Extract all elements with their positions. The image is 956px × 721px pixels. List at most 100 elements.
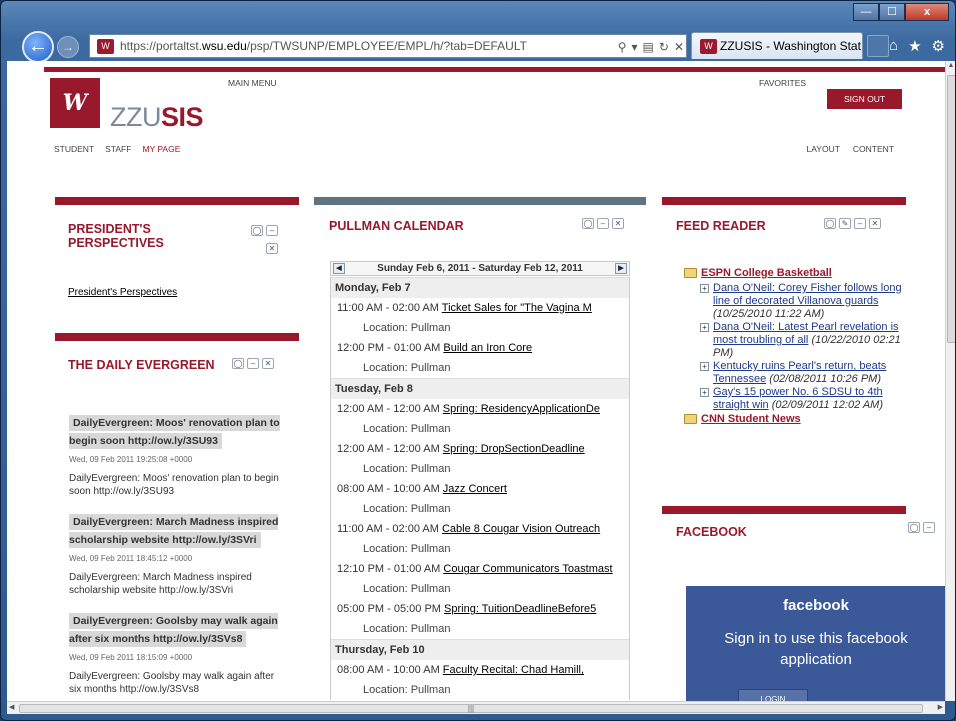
brand-suffix: SIS bbox=[160, 102, 204, 132]
evergreen-title: THE DAILY EVERGREEN bbox=[68, 358, 215, 372]
search-icon[interactable]: ⚲ bbox=[618, 36, 627, 57]
nav-staff[interactable]: STAFF bbox=[105, 144, 131, 154]
expand-icon[interactable]: + bbox=[700, 323, 709, 332]
new-tab-button[interactable] bbox=[867, 35, 889, 57]
nav-content[interactable]: CONTENT bbox=[853, 144, 894, 154]
dropdown-icon[interactable]: ▾ bbox=[632, 36, 638, 57]
feed-items: + Dana O'Neil: Corey Fisher follows long … bbox=[700, 282, 906, 412]
calendar-event-link[interactable]: Jazz Concert bbox=[443, 483, 507, 495]
panel-header-bar bbox=[662, 506, 906, 514]
refresh-icon[interactable]: ◯ bbox=[251, 225, 263, 236]
maximize-button[interactable]: ☐ bbox=[879, 3, 905, 21]
calendar-list: Monday, Feb 7 11:00 AM - 02:00 AM Ticket … bbox=[330, 277, 630, 700]
horizontal-scroll-thumb[interactable]: ||| bbox=[19, 704, 923, 713]
favorites-star-icon[interactable]: ★ bbox=[908, 37, 921, 55]
expand-icon[interactable]: + bbox=[700, 284, 709, 293]
url-domain: wsu.edu bbox=[202, 39, 247, 53]
facebook-logo: facebook bbox=[783, 597, 849, 614]
calendar-event-time: 12:10 PM - 01:00 AM bbox=[337, 563, 441, 575]
expand-icon[interactable]: + bbox=[700, 362, 709, 371]
calendar-event-time: 08:00 AM - 10:00 AM bbox=[337, 483, 440, 495]
vertical-scrollbar[interactable]: ▲ bbox=[945, 61, 955, 701]
facebook-title: FACEBOOK bbox=[676, 525, 747, 539]
calendar-event-link[interactable]: Cougar Communicators Toastmast bbox=[443, 563, 612, 575]
calendar-event-link[interactable]: Spring: TuitionDeadlineBefore5 bbox=[444, 603, 596, 615]
tweet-headline[interactable]: DailyEvergreen: Goolsby may walk again a… bbox=[69, 613, 278, 647]
list-item: DailyEvergreen: March Madness inspired s… bbox=[69, 512, 289, 597]
refresh-icon[interactable]: ◯ bbox=[908, 522, 920, 533]
calendar-event-link[interactable]: Spring: ResidencyApplicationDe bbox=[443, 403, 600, 415]
feed-source[interactable]: ESPN College Basketball bbox=[684, 267, 906, 280]
minimize-icon[interactable]: – bbox=[854, 218, 866, 229]
refresh-icon[interactable]: ◯ bbox=[232, 358, 244, 369]
folder-closed-icon bbox=[684, 414, 697, 424]
page-viewport: W ZZUSIS MAIN MENU FAVORITES SIGN OUT ST… bbox=[7, 61, 945, 701]
header-red-bar bbox=[44, 67, 945, 72]
nav-my-page[interactable]: MY PAGE bbox=[142, 144, 180, 154]
wsu-logo-icon[interactable]: W bbox=[50, 78, 100, 128]
close-icon[interactable]: ✕ bbox=[612, 218, 624, 229]
nav-layout[interactable]: LAYOUT bbox=[807, 144, 840, 154]
minimize-icon[interactable]: – bbox=[597, 218, 609, 229]
app-brand: ZZUSIS bbox=[110, 102, 204, 133]
refresh-icon[interactable]: ◯ bbox=[824, 218, 836, 229]
close-icon[interactable]: ✕ bbox=[262, 358, 274, 369]
president-title-line1: PRESIDENT'S bbox=[68, 222, 151, 236]
president-link[interactable]: President's Perspectives bbox=[68, 287, 177, 298]
window-controls: — ☐ x bbox=[853, 3, 949, 21]
minimize-icon[interactable]: – bbox=[923, 522, 935, 533]
close-icon[interactable]: ✕ bbox=[869, 218, 881, 229]
stop-icon[interactable]: ✕ bbox=[674, 36, 684, 57]
nav-student[interactable]: STUDENT bbox=[54, 144, 94, 154]
calendar-event: 08:00 AM - 10:00 AM Jazz Concert bbox=[331, 479, 629, 500]
expand-icon[interactable]: + bbox=[700, 388, 709, 397]
vertical-scroll-thumb[interactable] bbox=[947, 75, 955, 343]
list-item: + Dana O'Neil: Corey Fisher follows long … bbox=[700, 282, 906, 321]
calendar-event-link[interactable]: Faculty Recital: Chad Hamill, bbox=[443, 664, 584, 676]
address-bar[interactable]: W https://portaltst.wsu.edu/psp/TWSUNP/E… bbox=[89, 34, 687, 58]
next-week-icon[interactable]: ▶ bbox=[615, 263, 627, 274]
calendar-event-link[interactable]: Spring: DropSectionDeadline bbox=[443, 443, 585, 455]
calendar-event-time: 12:00 AM - 12:00 AM bbox=[337, 403, 440, 415]
home-icon[interactable]: ⌂ bbox=[889, 37, 898, 55]
scroll-right-icon[interactable]: ▶ bbox=[938, 703, 943, 711]
close-window-button[interactable]: x bbox=[905, 3, 949, 21]
calendar-day-header: Thursday, Feb 10 bbox=[331, 639, 629, 660]
feed-source[interactable]: CNN Student News bbox=[684, 413, 906, 426]
calendar-event-link[interactable]: Ticket Sales for "The Vagina M bbox=[442, 302, 592, 314]
favorites-link[interactable]: FAVORITES bbox=[759, 78, 806, 88]
calendar-panel: PULLMAN CALENDAR ◯ – ✕ ◀ Sunday Feb 6, 2… bbox=[314, 197, 646, 701]
calendar-event-link[interactable]: Build an Iron Core bbox=[443, 342, 532, 354]
facebook-panel: FACEBOOK ◯ – facebook Sign in to use thi… bbox=[662, 506, 945, 701]
sign-out-button[interactable]: SIGN OUT bbox=[827, 89, 902, 109]
refresh-icon[interactable]: ◯ bbox=[582, 218, 594, 229]
facebook-login-button[interactable]: LOGIN bbox=[738, 689, 808, 701]
folder-open-icon bbox=[684, 268, 697, 278]
back-button[interactable]: ← bbox=[22, 31, 54, 63]
calendar-event-location: Location: Pullman bbox=[363, 583, 451, 595]
tools-gear-icon[interactable]: ⚙ bbox=[932, 37, 945, 55]
feed-item-date: (10/25/2010 11:22 AM) bbox=[713, 308, 825, 320]
tweet-headline[interactable]: DailyEvergreen: March Madness inspired s… bbox=[69, 514, 279, 548]
feed-item-title[interactable]: Dana O'Neil: Corey Fisher follows long l… bbox=[713, 282, 902, 307]
forward-button[interactable]: → bbox=[57, 36, 79, 58]
close-icon[interactable]: ✕ bbox=[266, 243, 278, 254]
minimize-icon[interactable]: – bbox=[266, 225, 278, 236]
minimize-button[interactable]: — bbox=[853, 3, 879, 21]
main-menu-link[interactable]: MAIN MENU bbox=[228, 78, 277, 88]
prev-week-icon[interactable]: ◀ bbox=[333, 263, 345, 274]
browser-tab[interactable]: W ZZUSIS - Washington Stat... bbox=[691, 32, 863, 59]
facebook-controls: ◯ – bbox=[908, 522, 935, 533]
calendar-range: Sunday Feb 6, 2011 - Saturday Feb 12, 20… bbox=[377, 263, 583, 274]
minimize-icon[interactable]: – bbox=[247, 358, 259, 369]
compat-view-icon[interactable]: ▤ bbox=[643, 36, 654, 57]
calendar-event-link[interactable]: Cable 8 Cougar Vision Outreach bbox=[442, 523, 600, 535]
calendar-week-nav: ◀ Sunday Feb 6, 2011 - Saturday Feb 12, … bbox=[330, 261, 630, 276]
scroll-left-icon[interactable]: ◀ bbox=[9, 703, 14, 711]
tweet-text: DailyEvergreen: Moos' renovation plan to… bbox=[69, 473, 279, 497]
edit-icon[interactable]: ✎ bbox=[839, 218, 851, 229]
refresh-icon[interactable]: ↻ bbox=[659, 36, 669, 57]
tweet-headline[interactable]: DailyEvergreen: Moos' renovation plan to… bbox=[69, 415, 280, 449]
scroll-up-icon[interactable]: ▲ bbox=[946, 61, 955, 71]
horizontal-scrollbar[interactable]: ◀ ||| ▶ bbox=[7, 701, 945, 714]
